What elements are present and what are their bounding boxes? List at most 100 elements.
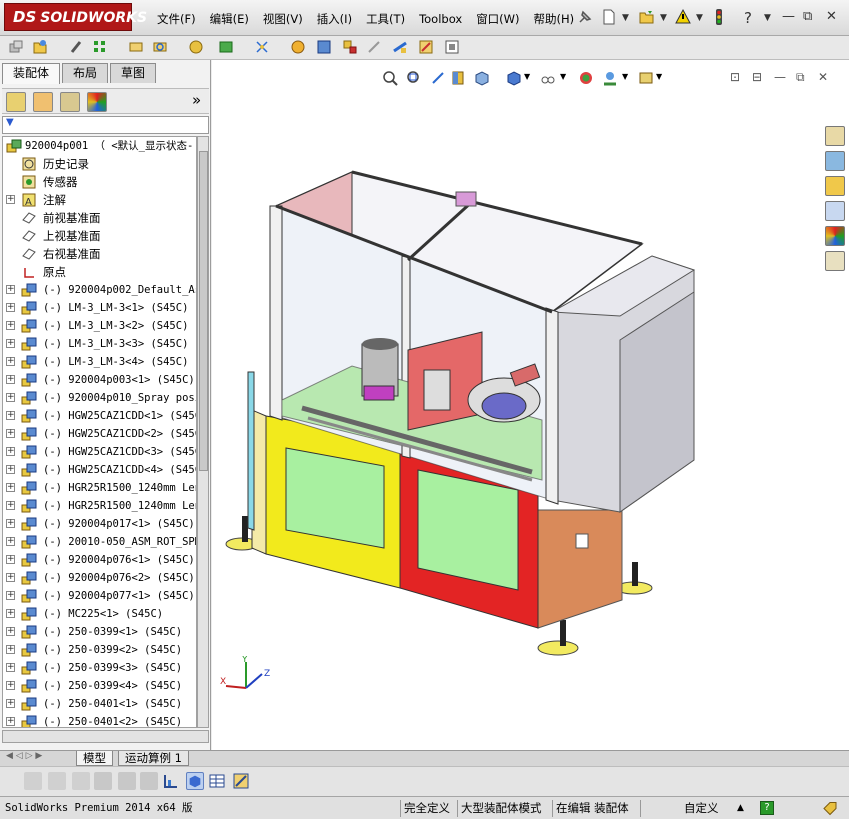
- new-document-icon[interactable]: [600, 8, 618, 26]
- panel-expand-icon[interactable]: »: [192, 91, 201, 109]
- expand-toggle-icon[interactable]: +: [6, 627, 15, 636]
- assembly-features-icon[interactable]: [218, 39, 234, 55]
- restore-button[interactable]: ⧉: [803, 9, 812, 24]
- status-help-icon[interactable]: ?: [760, 801, 774, 815]
- bottom-tool-1-icon[interactable]: [24, 772, 42, 790]
- feature-manager-icon[interactable]: [6, 92, 26, 112]
- expand-toggle-icon[interactable]: +: [6, 501, 15, 510]
- configuration-manager-icon[interactable]: [60, 92, 80, 112]
- open-dropdown-icon[interactable]: ▼: [660, 13, 667, 23]
- menu-insert[interactable]: 插入(I): [310, 9, 359, 29]
- expand-toggle-icon[interactable]: +: [6, 555, 15, 564]
- tree-horizontal-scrollbar[interactable]: [2, 730, 209, 743]
- smart-fasteners-icon[interactable]: [128, 39, 144, 55]
- tab-scroll-icons[interactable]: ◀ ◁ ▷ ▶: [6, 751, 42, 761]
- menu-window[interactable]: 窗口(W): [469, 9, 526, 29]
- tree-item[interactable]: 传感器: [3, 173, 196, 191]
- tree-root[interactable]: 920004p001 （ <默认_显示状态-: [3, 137, 196, 155]
- explode-line-sketch-icon[interactable]: [366, 39, 382, 55]
- status-large-assembly-mode[interactable]: 大型装配体模式: [457, 800, 542, 817]
- assembly-tool-icon[interactable]: [8, 39, 24, 55]
- tree-item[interactable]: + (-) HGW25CAZ1CDD<2> (S45C: [3, 425, 196, 443]
- tree-item[interactable]: + (-) MC225<1> (S45C): [3, 605, 196, 623]
- task-design-library-icon[interactable]: [825, 151, 845, 171]
- tree-item[interactable]: + (-) 250-0401<2> (S45C): [3, 713, 196, 727]
- minimize-button[interactable]: —: [782, 9, 795, 24]
- tab-model[interactable]: 模型: [76, 751, 113, 766]
- expand-toggle-icon[interactable]: +: [6, 537, 15, 546]
- menu-tools[interactable]: 工具(T): [359, 9, 412, 29]
- tree-item[interactable]: + (-) HGR25R1500_1240mm Len: [3, 479, 196, 497]
- assembly-model-render[interactable]: [212, 60, 849, 750]
- tree-item[interactable]: + A 注解: [3, 191, 196, 209]
- new-dropdown-icon[interactable]: ▼: [622, 13, 629, 23]
- reference-geometry-icon[interactable]: [254, 39, 270, 55]
- exploded-view-icon[interactable]: [342, 39, 358, 55]
- tab-motion-study[interactable]: 运动算例 1: [118, 751, 189, 766]
- status-tag-icon[interactable]: [822, 800, 838, 817]
- solidworks-logo[interactable]: DS SOLIDWORKS: [4, 3, 147, 31]
- tree-item[interactable]: + (-) 920004p017<1> (S45C): [3, 515, 196, 533]
- move-component-icon[interactable]: [152, 39, 168, 55]
- bottom-table-icon[interactable]: [208, 772, 226, 790]
- expand-toggle-icon[interactable]: +: [6, 393, 15, 402]
- expand-toggle-icon[interactable]: +: [6, 375, 15, 384]
- menu-file[interactable]: 文件(F): [150, 9, 203, 29]
- expand-toggle-icon[interactable]: +: [6, 357, 15, 366]
- bottom-tool-5-icon[interactable]: [118, 772, 136, 790]
- expand-toggle-icon[interactable]: +: [6, 195, 15, 204]
- tree-item[interactable]: + (-) 920004p010_Spray posi: [3, 389, 196, 407]
- bottom-shaded-icon[interactable]: [186, 772, 204, 790]
- tree-item[interactable]: + (-) 250-0399<3> (S45C): [3, 659, 196, 677]
- expand-toggle-icon[interactable]: +: [6, 573, 15, 582]
- menu-toolbox[interactable]: Toolbox: [412, 9, 469, 29]
- task-custom-properties-icon[interactable]: [825, 251, 845, 271]
- expand-toggle-icon[interactable]: +: [6, 483, 15, 492]
- tree-item[interactable]: + (-) LM-3_LM-3<1> (S45C): [3, 299, 196, 317]
- close-button[interactable]: ✕: [826, 9, 837, 24]
- expand-toggle-icon[interactable]: +: [6, 681, 15, 690]
- bottom-tool-4-icon[interactable]: [94, 772, 112, 790]
- task-view-palette-icon[interactable]: [825, 201, 845, 221]
- expand-toggle-icon[interactable]: +: [6, 645, 15, 654]
- tree-item[interactable]: + (-) LM-3_LM-3<2> (S45C): [3, 317, 196, 335]
- expand-toggle-icon[interactable]: +: [6, 411, 15, 420]
- show-hidden-icon[interactable]: [188, 39, 204, 55]
- expand-toggle-icon[interactable]: +: [6, 519, 15, 528]
- tree-item[interactable]: + (-) 920004p076<1> (S45C): [3, 551, 196, 569]
- expand-toggle-icon[interactable]: +: [6, 303, 15, 312]
- bill-of-materials-icon[interactable]: [316, 39, 332, 55]
- expand-toggle-icon[interactable]: +: [6, 465, 15, 474]
- clearance-verification-icon[interactable]: [418, 39, 434, 55]
- tree-item[interactable]: + (-) HGW25CAZ1CDD<1> (S45C: [3, 407, 196, 425]
- tree-item[interactable]: + (-) 250-0399<4> (S45C): [3, 677, 196, 695]
- bottom-tool-2-icon[interactable]: [48, 772, 66, 790]
- help-dropdown-icon[interactable]: ▼: [764, 13, 771, 23]
- bottom-tool-6-icon[interactable]: [140, 772, 158, 790]
- tree-item[interactable]: 历史记录: [3, 155, 196, 173]
- tree-item[interactable]: 右视基准面: [3, 245, 196, 263]
- tab-layout[interactable]: 布局: [62, 63, 109, 83]
- expand-toggle-icon[interactable]: +: [6, 447, 15, 456]
- scrollbar-thumb[interactable]: [199, 151, 208, 471]
- display-manager-icon[interactable]: [87, 92, 107, 112]
- status-units-arrow-icon[interactable]: ▲: [737, 800, 744, 817]
- status-units[interactable]: 自定义: [684, 800, 719, 817]
- traffic-light-icon[interactable]: [710, 8, 728, 26]
- insert-component-icon[interactable]: [32, 39, 48, 55]
- task-file-explorer-icon[interactable]: [825, 176, 845, 196]
- tree-item[interactable]: + (-) 20010-050_ASM_ROT_SPM: [3, 533, 196, 551]
- menu-help[interactable]: 帮助(H): [527, 9, 582, 29]
- tree-item[interactable]: 前视基准面: [3, 209, 196, 227]
- linear-pattern-icon[interactable]: [92, 39, 108, 55]
- tree-item[interactable]: + (-) 250-0399<1> (S45C): [3, 623, 196, 641]
- bottom-tool-3-icon[interactable]: [72, 772, 90, 790]
- menu-view[interactable]: 视图(V): [256, 9, 310, 29]
- property-manager-icon[interactable]: [33, 92, 53, 112]
- tab-assembly[interactable]: 装配体: [2, 63, 61, 84]
- help-icon[interactable]: ?: [740, 8, 758, 26]
- instant3d-icon[interactable]: [444, 39, 460, 55]
- expand-toggle-icon[interactable]: +: [6, 339, 15, 348]
- expand-toggle-icon[interactable]: +: [6, 609, 15, 618]
- tree-item[interactable]: + (-) 250-0401<1> (S45C): [3, 695, 196, 713]
